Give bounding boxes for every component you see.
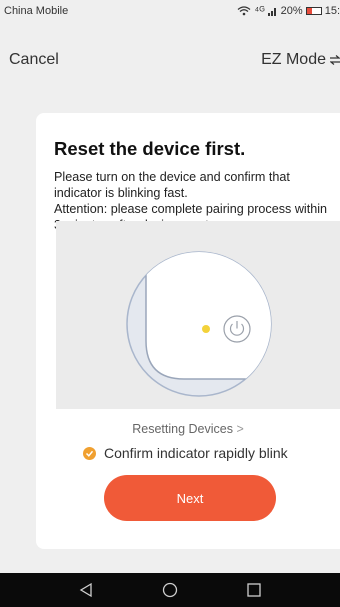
swap-icon (330, 55, 340, 65)
reset-card: Reset the device first. Please turn on t… (36, 113, 340, 549)
signal-icon (267, 8, 276, 16)
indicator-light (202, 325, 210, 333)
next-button[interactable]: Next (104, 475, 276, 521)
resetting-devices-label: Resetting Devices (132, 422, 233, 436)
status-icons: ⁴ᴳ 20% 15: (237, 5, 340, 17)
mode-switch[interactable]: EZ Mode (261, 51, 340, 69)
check-circle-icon[interactable] (83, 446, 96, 460)
back-triangle-icon[interactable] (78, 582, 94, 598)
chevron-right-icon: > (236, 422, 244, 436)
device-illustration-art (126, 251, 272, 397)
status-bar: China Mobile ⁴ᴳ 20% 15: (0, 0, 340, 22)
card-title: Reset the device first. (54, 138, 246, 159)
battery-percent: 20% (280, 5, 303, 17)
resetting-devices-link[interactable]: Resetting Devices > (36, 422, 340, 436)
wifi-icon (238, 6, 251, 16)
description-line-1: Please turn on the device and confirm th… (54, 170, 290, 200)
nav-bar: Cancel EZ Mode (0, 44, 340, 76)
cancel-button[interactable]: Cancel (9, 51, 59, 69)
home-circle-icon[interactable] (162, 582, 178, 598)
recents-square-icon[interactable] (246, 582, 262, 598)
mode-label: EZ Mode (261, 51, 326, 68)
battery-icon (305, 7, 322, 15)
device-illustration (56, 221, 340, 409)
carrier-name: China Mobile (4, 5, 69, 17)
confirm-label: Confirm indicator rapidly blink (104, 445, 288, 461)
clock: 15: (324, 5, 340, 17)
network-type: ⁴ᴳ (254, 5, 265, 17)
confirm-checkbox-row[interactable]: Confirm indicator rapidly blink (83, 445, 288, 461)
android-navigation-bar (0, 573, 340, 607)
